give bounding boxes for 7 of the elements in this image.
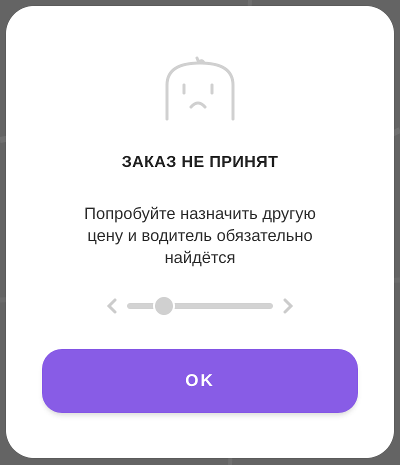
ok-button[interactable]: OK (42, 349, 358, 413)
chevron-right-icon[interactable] (283, 298, 293, 314)
dialog-title: ЗАКАЗ НЕ ПРИНЯТ (122, 153, 278, 173)
price-slider[interactable] (127, 295, 273, 317)
chevron-left-icon[interactable] (107, 298, 117, 314)
sad-face-icon (164, 55, 236, 121)
dialog-message: Попробуйте назначить другую цену и водитель обязательно найдётся (84, 204, 316, 269)
